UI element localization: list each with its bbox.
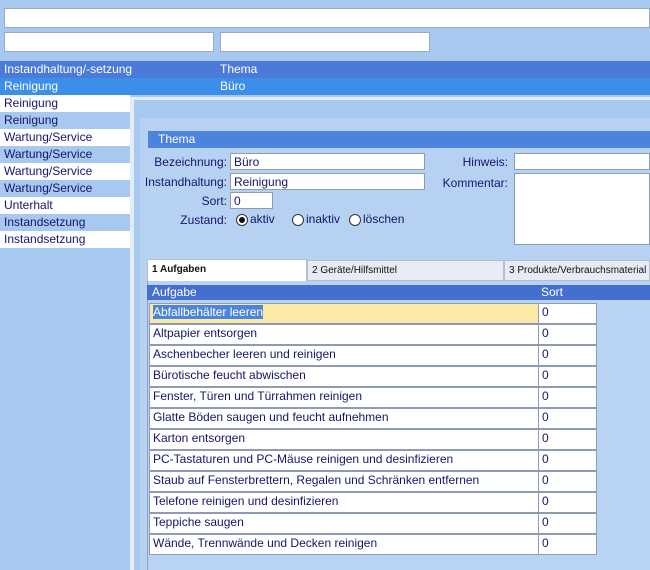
list-cell-thema: Büro bbox=[220, 79, 246, 93]
sort-field[interactable]: 0 bbox=[230, 192, 273, 209]
list-header: Instandhaltung/-setzung Thema bbox=[0, 61, 650, 78]
instandhaltung-label: Instandhaltung: bbox=[144, 175, 227, 189]
search-input[interactable] bbox=[4, 8, 650, 28]
kommentar-field[interactable] bbox=[514, 173, 650, 245]
task-row: Teppiche saugen 0 bbox=[149, 512, 650, 534]
task-field[interactable]: Karton entsorgen bbox=[149, 429, 544, 450]
task-sort-field[interactable]: 0 bbox=[538, 471, 597, 492]
list-row[interactable]: Wartung/Service bbox=[0, 163, 130, 180]
zustand-radio-inaktiv[interactable]: inaktiv bbox=[292, 212, 340, 226]
task-field[interactable]: Teppiche saugen bbox=[149, 513, 544, 534]
task-row: Telefone reinigen und desinfizieren 0 bbox=[149, 491, 650, 513]
list-row[interactable]: Wartung/Service bbox=[0, 180, 130, 197]
list-row[interactable]: Reinigung bbox=[0, 112, 130, 129]
bezeichnung-label: Bezeichnung: bbox=[154, 155, 227, 169]
task-row: Abfallbehälter leeren 0 bbox=[149, 302, 650, 324]
task-sort-field[interactable]: 0 bbox=[538, 324, 597, 345]
task-sort-field[interactable]: 0 bbox=[538, 345, 597, 366]
task-field[interactable]: Fenster, Türen und Türrahmen reinigen bbox=[149, 387, 544, 408]
task-field[interactable]: Telefone reinigen und desinfizieren bbox=[149, 492, 544, 513]
task-sort-field[interactable]: 0 bbox=[538, 534, 597, 555]
hinweis-field[interactable] bbox=[514, 153, 650, 170]
task-sort-field[interactable]: 0 bbox=[538, 492, 597, 513]
panel-title: Thema bbox=[158, 132, 196, 146]
list-cell-instandhaltung: Reinigung bbox=[4, 79, 59, 93]
sort-label: Sort: bbox=[201, 194, 227, 208]
list-row[interactable]: Wartung/Service bbox=[0, 129, 130, 146]
task-text: Abfallbehälter leeren bbox=[153, 305, 264, 319]
task-field[interactable]: Aschenbecher leeren und reinigen bbox=[149, 345, 544, 366]
task-field[interactable]: Glatte Böden saugen und feucht aufnehmen bbox=[149, 408, 544, 429]
task-row: Bürotische feucht abwischen 0 bbox=[149, 365, 650, 387]
hinweis-label: Hinweis: bbox=[462, 155, 508, 169]
task-field[interactable]: Abfallbehälter leeren bbox=[149, 303, 544, 324]
task-sort-field[interactable]: 0 bbox=[538, 513, 597, 534]
list-row[interactable]: Unterhalt bbox=[0, 197, 130, 214]
task-row: Wände, Trennwände und Decken reinigen 0 bbox=[149, 533, 650, 555]
task-sort-field[interactable]: 0 bbox=[538, 387, 597, 408]
task-field[interactable]: Staub auf Fensterbrettern, Regalen und S… bbox=[149, 471, 544, 492]
task-field[interactable]: Wände, Trennwände und Decken reinigen bbox=[149, 534, 544, 555]
task-row: Fenster, Türen und Türrahmen reinigen 0 bbox=[149, 386, 650, 408]
zustand-option-label: aktiv bbox=[250, 212, 275, 226]
task-row: Karton entsorgen 0 bbox=[149, 428, 650, 450]
tasks-header-sort[interactable]: Sort bbox=[541, 285, 563, 300]
radio-unchecked-icon bbox=[349, 213, 361, 226]
list-header-thema[interactable]: Thema bbox=[220, 62, 257, 76]
task-row: Aschenbecher leeren und reinigen 0 bbox=[149, 344, 650, 366]
tasks-rows: Abfallbehälter leeren 0 Altpapier entsor… bbox=[149, 302, 650, 555]
zustand-option-label: inaktiv bbox=[306, 212, 341, 226]
task-row: Staub auf Fensterbrettern, Regalen und S… bbox=[149, 470, 650, 492]
panel-title-bar: Thema bbox=[148, 131, 650, 148]
zustand-radio-loeschen[interactable]: löschen bbox=[349, 212, 404, 226]
task-sort-field[interactable]: 0 bbox=[538, 450, 597, 471]
task-sort-field[interactable]: 0 bbox=[538, 366, 597, 387]
tab-produkte-verbrauchsmaterial[interactable]: 3 Produkte/Verbrauchsmaterial bbox=[504, 260, 650, 281]
instandhaltung-field[interactable]: Reinigung bbox=[230, 173, 425, 190]
task-field[interactable]: Bürotische feucht abwischen bbox=[149, 366, 544, 387]
kommentar-label: Kommentar: bbox=[442, 176, 508, 190]
list-row[interactable]: Instandsetzung bbox=[0, 231, 130, 248]
bezeichnung-field[interactable]: Büro bbox=[230, 153, 425, 170]
zustand-radio-aktiv[interactable]: aktiv bbox=[236, 212, 275, 226]
list-header-instandhaltung[interactable]: Instandhaltung/-setzung bbox=[4, 62, 132, 76]
tab-aufgaben[interactable]: 1 Aufgaben bbox=[147, 259, 307, 281]
tasks-header: Aufgabe Sort bbox=[147, 285, 650, 300]
task-row: PC-Tastaturen und PC-Mäuse reinigen und … bbox=[149, 449, 650, 471]
tab-geraete-hilfsmittel[interactable]: 2 Geräte/Hilfsmittel bbox=[307, 260, 504, 281]
task-sort-field[interactable]: 0 bbox=[538, 429, 597, 450]
task-field[interactable]: Altpapier entsorgen bbox=[149, 324, 544, 345]
radio-unchecked-icon bbox=[292, 213, 304, 226]
zustand-option-label: löschen bbox=[363, 212, 405, 226]
task-sort-field[interactable]: 0 bbox=[538, 408, 597, 429]
task-field[interactable]: PC-Tastaturen und PC-Mäuse reinigen und … bbox=[149, 450, 544, 471]
filter-input-instandhaltung[interactable] bbox=[4, 32, 214, 52]
list-row[interactable]: Wartung/Service bbox=[0, 146, 130, 163]
list-row-selected[interactable]: Reinigung Büro bbox=[0, 78, 650, 95]
zustand-label: Zustand: bbox=[180, 213, 227, 227]
list-row[interactable]: Instandsetzung bbox=[0, 214, 130, 231]
tasks-header-aufgabe[interactable]: Aufgabe bbox=[152, 285, 197, 300]
task-row: Glatte Böden saugen und feucht aufnehmen… bbox=[149, 407, 650, 429]
task-row: Altpapier entsorgen 0 bbox=[149, 323, 650, 345]
list-row[interactable]: Reinigung bbox=[0, 95, 130, 112]
filter-input-thema[interactable] bbox=[220, 32, 430, 52]
task-sort-field[interactable]: 0 bbox=[538, 303, 597, 324]
list-rows: Reinigung Reinigung Wartung/Service Wart… bbox=[0, 95, 130, 248]
radio-checked-icon bbox=[236, 213, 248, 226]
